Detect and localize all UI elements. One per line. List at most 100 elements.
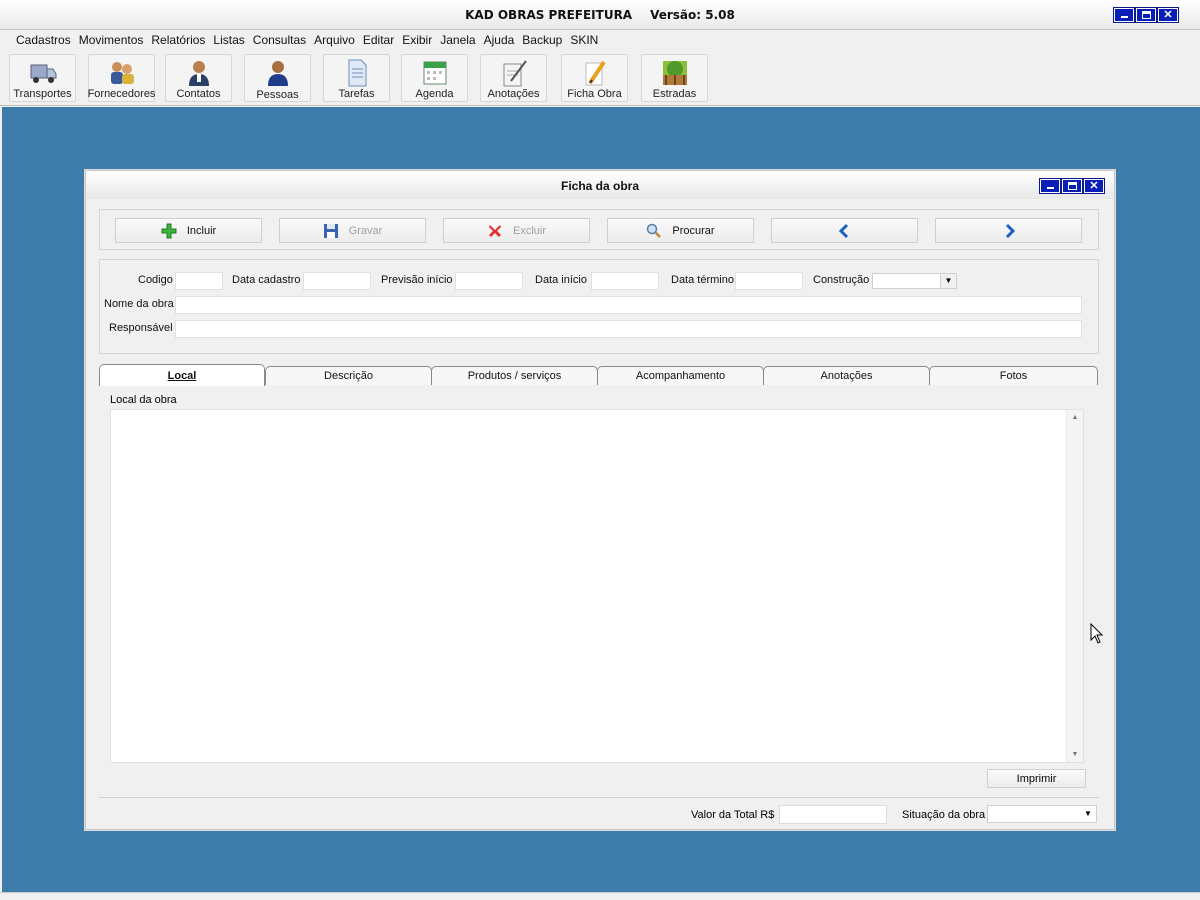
- menu-editar[interactable]: Editar: [359, 30, 398, 50]
- responsavel-field[interactable]: [175, 320, 1082, 338]
- mouse-pointer-icon: [1090, 622, 1104, 648]
- ficha-titlebar: Ficha da obra ✕: [86, 171, 1114, 199]
- nome-da-obra-label: Nome da obra: [104, 298, 174, 310]
- menu-bar: Cadastros Movimentos Relatórios Listas C…: [0, 30, 1200, 50]
- tab-produtos-servicos[interactable]: Produtos / serviços: [431, 366, 598, 385]
- data-termino-label: Data término: [671, 274, 734, 286]
- menu-ajuda[interactable]: Ajuda: [480, 30, 519, 50]
- minimize-icon[interactable]: [1113, 7, 1135, 23]
- tab-strip: Local Descrição Produtos / serviços Acom…: [99, 364, 1099, 386]
- chevron-down-icon[interactable]: ▼: [940, 274, 956, 288]
- situacao-obra-select[interactable]: ▼: [987, 805, 1097, 823]
- excluir-button[interactable]: Excluir: [443, 218, 590, 243]
- data-termino-field[interactable]: [735, 272, 803, 290]
- menu-cadastros[interactable]: Cadastros: [12, 30, 75, 50]
- menu-movimentos[interactable]: Movimentos: [75, 30, 148, 50]
- valor-total-field[interactable]: [779, 805, 887, 824]
- minimize-icon[interactable]: [1039, 178, 1061, 194]
- previsao-inicio-label: Previsão início: [381, 274, 453, 286]
- data-cadastro-field[interactable]: [303, 272, 371, 290]
- toolbar-ficha-obra-button[interactable]: Ficha Obra: [561, 54, 628, 102]
- tab-acompanhamento[interactable]: Acompanhamento: [597, 366, 764, 385]
- ficha-window-controls: ✕: [1039, 178, 1105, 194]
- gravar-button[interactable]: Gravar: [279, 218, 426, 243]
- scroll-up-icon[interactable]: ▲: [1067, 414, 1083, 421]
- gravar-label: Gravar: [348, 224, 383, 237]
- codigo-label: Codigo: [138, 274, 173, 286]
- tab-fotos[interactable]: Fotos: [929, 366, 1098, 385]
- toolbar-tarefas-button[interactable]: Tarefas: [323, 54, 390, 102]
- maximize-icon[interactable]: [1061, 178, 1083, 194]
- menu-arquivo[interactable]: Arquivo: [310, 30, 359, 50]
- ficha-title: Ficha da obra: [560, 179, 640, 193]
- previous-record-button[interactable]: [771, 218, 918, 243]
- excluir-label: Excluir: [512, 224, 546, 237]
- app-title: KAD OBRAS PREFEITURA Versão: 5.08: [0, 8, 1200, 22]
- menu-listas[interactable]: Listas: [209, 30, 248, 50]
- landscape-icon: [660, 58, 690, 88]
- toolbar-label: Fornecedores: [87, 88, 156, 100]
- construcao-label: Construção: [813, 274, 870, 286]
- arrow-right-icon: [1001, 223, 1017, 239]
- vertical-scrollbar[interactable]: ▲ ▼: [1066, 410, 1083, 762]
- procurar-button[interactable]: Procurar: [607, 218, 754, 243]
- calendar-icon: [420, 58, 450, 88]
- person-icon: [263, 58, 293, 87]
- toolbar: Transportes Fornecedores Contatos Pessoa…: [0, 50, 1200, 106]
- scroll-down-icon[interactable]: ▼: [1067, 751, 1083, 758]
- tab-descricao[interactable]: Descrição: [265, 366, 432, 385]
- app-version: Versão: 5.08: [650, 8, 735, 22]
- next-record-button[interactable]: [935, 218, 1082, 243]
- previsao-inicio-field[interactable]: [455, 272, 523, 290]
- toolbar-label: Transportes: [13, 88, 72, 100]
- menu-consultas[interactable]: Consultas: [249, 30, 310, 50]
- toolbar-transportes-button[interactable]: Transportes: [9, 54, 76, 102]
- document-icon: [342, 58, 372, 88]
- toolbar-anotacoes-button[interactable]: Anotações: [480, 54, 547, 102]
- menu-janela[interactable]: Janela: [436, 30, 479, 50]
- suppliers-icon: [107, 58, 137, 88]
- incluir-button[interactable]: Incluir: [115, 218, 262, 243]
- maximize-icon[interactable]: [1135, 7, 1157, 23]
- tab-local-panel: Local da obra ▲ ▼ Imprimir Valor da Tota…: [99, 384, 1099, 824]
- arrow-left-icon: [837, 223, 853, 239]
- toolbar-agenda-button[interactable]: Agenda: [401, 54, 468, 102]
- imprimir-button[interactable]: Imprimir: [987, 769, 1086, 788]
- toolbar-label: Pessoas: [256, 89, 299, 101]
- nome-da-obra-field[interactable]: [175, 296, 1082, 314]
- codigo-field[interactable]: [175, 272, 223, 290]
- toolbar-estradas-button[interactable]: Estradas: [641, 54, 708, 102]
- close-icon[interactable]: ✕: [1083, 178, 1105, 194]
- toolbar-label: Contatos: [176, 88, 221, 100]
- toolbar-label: Tarefas: [338, 88, 375, 100]
- close-icon[interactable]: ✕: [1157, 7, 1179, 23]
- toolbar-pessoas-button[interactable]: Pessoas: [244, 54, 311, 102]
- toolbar-fornecedores-button[interactable]: Fornecedores: [88, 54, 155, 102]
- magnifier-icon: [646, 223, 662, 239]
- construcao-select[interactable]: ▼: [872, 273, 957, 289]
- toolbar-contatos-button[interactable]: Contatos: [165, 54, 232, 102]
- menu-backup[interactable]: Backup: [518, 30, 566, 50]
- floppy-disk-icon: [323, 223, 339, 239]
- data-inicio-label: Data início: [535, 274, 587, 286]
- window-left-edge: [0, 107, 2, 892]
- red-x-icon: [487, 223, 503, 239]
- plus-icon: [161, 223, 177, 239]
- menu-exibir[interactable]: Exibir: [398, 30, 436, 50]
- menu-skin[interactable]: SKIN: [566, 30, 602, 50]
- local-da-obra-label: Local da obra: [110, 394, 177, 406]
- data-inicio-field[interactable]: [591, 272, 659, 290]
- toolbar-label: Estradas: [652, 88, 697, 100]
- main-titlebar: KAD OBRAS PREFEITURA Versão: 5.08 ✕: [0, 0, 1200, 30]
- valor-total-label: Valor da Total R$: [691, 809, 775, 821]
- main-window-controls: ✕: [1113, 7, 1179, 23]
- chevron-down-icon[interactable]: ▼: [1080, 806, 1096, 822]
- local-da-obra-textarea[interactable]: ▲ ▼: [110, 409, 1084, 763]
- incluir-label: Incluir: [186, 224, 217, 237]
- tab-local[interactable]: Local: [99, 364, 265, 386]
- notepad-pen-icon: [499, 58, 529, 88]
- menu-relatorios[interactable]: Relatórios: [147, 30, 209, 50]
- tab-anotacoes[interactable]: Anotações: [763, 366, 930, 385]
- app-name: KAD OBRAS PREFEITURA: [465, 8, 633, 22]
- contact-person-icon: [184, 58, 214, 88]
